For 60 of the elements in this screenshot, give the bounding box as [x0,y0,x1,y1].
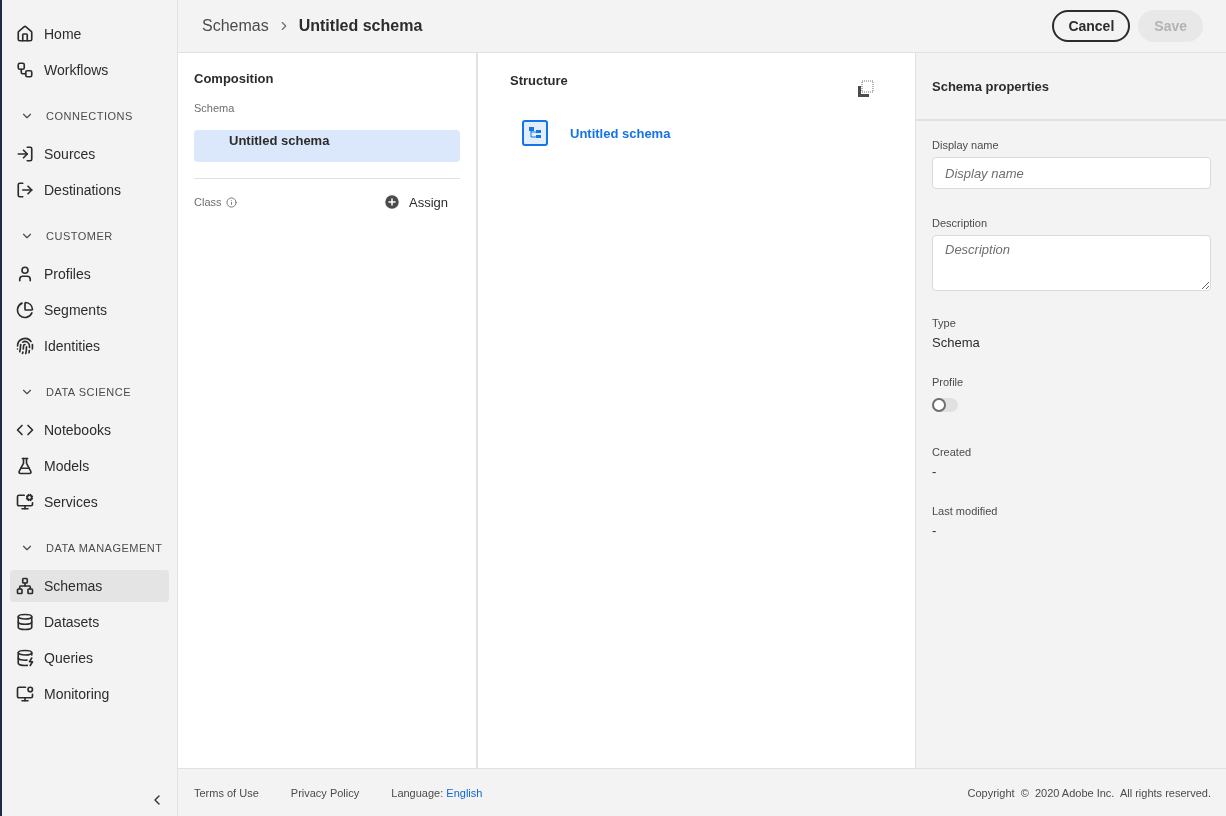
nav-item[interactable]: Sources [10,138,169,170]
monitor-gear-icon [16,493,34,511]
nav-item[interactable]: Home [10,18,169,50]
panel-title: Composition [194,71,275,86]
hierarchy-icon [16,577,34,595]
section-heading[interactable]: DATA SCIENCE [10,376,169,408]
footer-link[interactable]: Terms of Use [194,786,259,799]
nav-item[interactable]: Destinations [10,174,169,206]
pie-chart-icon [16,301,34,319]
profile-toggle[interactable] [932,398,958,412]
field-label: Created [932,446,973,458]
section-label: Schema [194,102,236,114]
language-link[interactable]: English [446,786,483,799]
class-label: Class [194,196,222,208]
person-icon [16,265,34,283]
display-name-field[interactable]: Display name [932,157,1211,189]
field-label: Description [932,217,989,229]
nav-item[interactable]: Segments [10,294,169,326]
flask-icon [16,457,34,475]
nav-item[interactable]: Profiles [10,258,169,290]
schema-node-icon [522,120,548,146]
panel-title: Schema properties [916,53,1226,121]
field-label: Last modified [932,505,999,517]
home-icon [16,25,34,43]
nav-item[interactable]: Services [10,486,169,518]
modified-value: - [932,523,938,538]
fingerprint-icon [16,337,34,355]
assign-button[interactable]: Assign [382,193,448,211]
footer-link[interactable]: Privacy Policy [290,786,360,799]
cancel-button[interactable]: Cancel [1052,10,1131,42]
section-heading[interactable]: CONNECTIONS [10,100,169,132]
copyright-text: Copyright © 2020 Adobe Inc. All rights reserved. [967,786,1211,799]
nav-item[interactable]: Identities [10,330,169,362]
field-label: Profile [932,376,965,388]
nav-item[interactable]: Notebooks [10,414,169,446]
nav-item[interactable]: Models [10,450,169,482]
nav-item[interactable]: Queries [10,642,169,674]
language-label: Language: English [391,786,483,799]
breadcrumb[interactable]: Schemas [202,17,269,35]
plus-icon [382,193,401,211]
created-value: - [932,464,938,479]
section-heading[interactable]: CUSTOMER [10,220,169,252]
schema-item[interactable]: Untitled schema [194,130,460,162]
schema-link[interactable]: Untitled schema [570,125,671,141]
nav-item[interactable]: Schemas [10,570,169,602]
database-icon [16,613,34,631]
nav-item[interactable]: Monitoring [10,678,169,710]
panel-title: Structure [510,73,569,88]
fit-view-icon[interactable] [857,80,875,98]
arrow-in-icon [16,145,34,163]
type-value: Schema [932,335,981,350]
breadcrumb: Untitled schema [298,17,423,35]
workflow-icon [16,61,34,79]
nav-item[interactable]: Datasets [10,606,169,638]
nav-item[interactable]: Workflows [10,54,169,86]
field-label: Type [932,317,957,329]
info-icon[interactable] [225,196,237,208]
section-heading[interactable]: DATA MANAGEMENT [10,532,169,564]
field-label: Display name [932,139,1000,151]
description-field[interactable]: Description [932,235,1211,291]
